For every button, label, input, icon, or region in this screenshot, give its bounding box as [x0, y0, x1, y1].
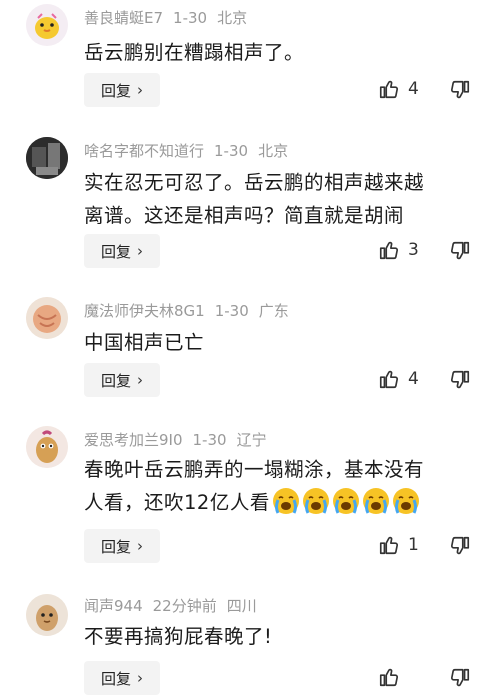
comment-date: 1-30	[214, 302, 249, 320]
avatar[interactable]	[26, 137, 68, 179]
comment-text-line: 离谱。这还是相声吗？简直就是胡闹	[84, 204, 405, 227]
comment-date: 1-30	[214, 142, 249, 160]
peach-ball-icon	[26, 297, 68, 339]
reply-button[interactable]: 回复 ›	[84, 73, 160, 107]
like-count: 3	[408, 240, 419, 260]
comment-location: 北京	[258, 142, 289, 160]
chevron-right-icon: ›	[137, 371, 143, 389]
comment-meta: 啥名字都不知道行 1-30 北京	[84, 141, 298, 161]
avatar[interactable]	[26, 594, 68, 636]
comment-text: 实在忍无可忍了。岳云鹏的相声越来越 离谱。这还是相声吗？简直就是胡闹	[84, 166, 484, 232]
comment-date: 22分钟前	[152, 597, 217, 615]
reply-button[interactable]: 回复 ›	[84, 529, 160, 563]
comment-text-line: 实在忍无可忍了。岳云鹏的相声越来越	[84, 171, 425, 194]
like-count: 4	[408, 79, 419, 99]
thumbs-up-icon	[378, 239, 400, 261]
crying-face-emoji-group	[270, 488, 420, 514]
comment-location: 广东	[258, 302, 289, 320]
like-button[interactable]: 1	[378, 534, 419, 556]
comment-location: 四川	[226, 597, 257, 615]
dislike-button[interactable]	[449, 369, 471, 391]
thumbs-down-icon	[451, 536, 470, 555]
chick-face-icon	[26, 4, 68, 46]
dislike-button[interactable]	[449, 535, 471, 557]
thumbs-up-icon	[378, 666, 400, 688]
reply-label: 回复	[100, 371, 131, 390]
crying-face-emoji	[272, 488, 299, 514]
dark-photo-icon	[26, 137, 68, 179]
like-count: 1	[408, 535, 419, 555]
avatar[interactable]	[26, 426, 68, 468]
comment-text: 中国相声已亡	[84, 331, 205, 354]
thumbs-down-icon	[451, 241, 470, 260]
thumbs-down-icon	[451, 370, 470, 389]
reply-button[interactable]: 回复 ›	[84, 363, 160, 397]
comment-date: 1-30	[173, 9, 208, 27]
thumbs-up-icon	[378, 78, 400, 100]
like-button[interactable]: 4	[378, 368, 419, 390]
reply-label: 回复	[100, 537, 131, 556]
thumbs-up-icon	[378, 534, 400, 556]
username[interactable]: 爱思考加兰9I0	[84, 431, 183, 449]
like-button[interactable]	[378, 666, 408, 688]
like-count: 4	[408, 369, 419, 389]
avatar[interactable]	[26, 297, 68, 339]
reply-button[interactable]: 回复 ›	[84, 234, 160, 268]
peanut-creature-icon	[26, 594, 68, 636]
username[interactable]: 善良蜻蜓E7	[84, 9, 163, 27]
crying-face-emoji	[392, 488, 419, 514]
username[interactable]: 魔法师伊夫林8G1	[84, 302, 205, 320]
like-button[interactable]: 3	[378, 239, 419, 261]
crying-face-emoji	[362, 488, 389, 514]
bean-creature-icon	[26, 426, 68, 468]
username[interactable]: 闻声944	[84, 597, 143, 615]
chevron-right-icon: ›	[137, 81, 143, 99]
comment-meta: 爱思考加兰9I0 1-30 辽宁	[84, 430, 277, 450]
thumbs-down-icon	[451, 668, 470, 687]
comment-meta: 善良蜻蜓E7 1-30 北京	[84, 8, 257, 28]
chevron-right-icon: ›	[137, 537, 143, 555]
comment-location: 辽宁	[236, 431, 267, 449]
crying-face-emoji	[302, 488, 329, 514]
dislike-button[interactable]	[449, 240, 471, 262]
comment-text-segment: 人看，还吹12亿人看	[84, 491, 270, 514]
reply-button[interactable]: 回复 ›	[84, 661, 160, 695]
chevron-right-icon: ›	[137, 669, 143, 687]
thumbs-up-icon	[378, 368, 400, 390]
comment-text: 春晚叶岳云鹏弄的一塌糊涂，基本没有 人看，还吹12亿人看	[84, 453, 484, 519]
chevron-right-icon: ›	[137, 242, 143, 260]
reply-label: 回复	[100, 81, 131, 100]
avatar[interactable]	[26, 4, 68, 46]
like-button[interactable]: 4	[378, 78, 419, 100]
reply-label: 回复	[100, 242, 131, 261]
comment-text-line: 人看，还吹12亿人看	[84, 486, 484, 519]
crying-face-emoji	[332, 488, 359, 514]
dislike-button[interactable]	[449, 79, 471, 101]
comment-text: 不要再搞狗屁春晚了!	[84, 625, 273, 648]
comment-text: 岳云鹏别在糟蹋相声了。	[84, 41, 305, 64]
comment-date: 1-30	[192, 431, 227, 449]
comment-meta: 闻声944 22分钟前 四川	[84, 596, 267, 616]
comment-meta: 魔法师伊夫林8G1 1-30 广东	[84, 301, 299, 321]
reply-label: 回复	[100, 669, 131, 688]
username[interactable]: 啥名字都不知道行	[84, 142, 204, 160]
comment-location: 北京	[217, 9, 248, 27]
thumbs-down-icon	[451, 80, 470, 99]
comment-text-line: 春晚叶岳云鹏弄的一塌糊涂，基本没有	[84, 458, 425, 481]
dislike-button[interactable]	[449, 667, 471, 689]
